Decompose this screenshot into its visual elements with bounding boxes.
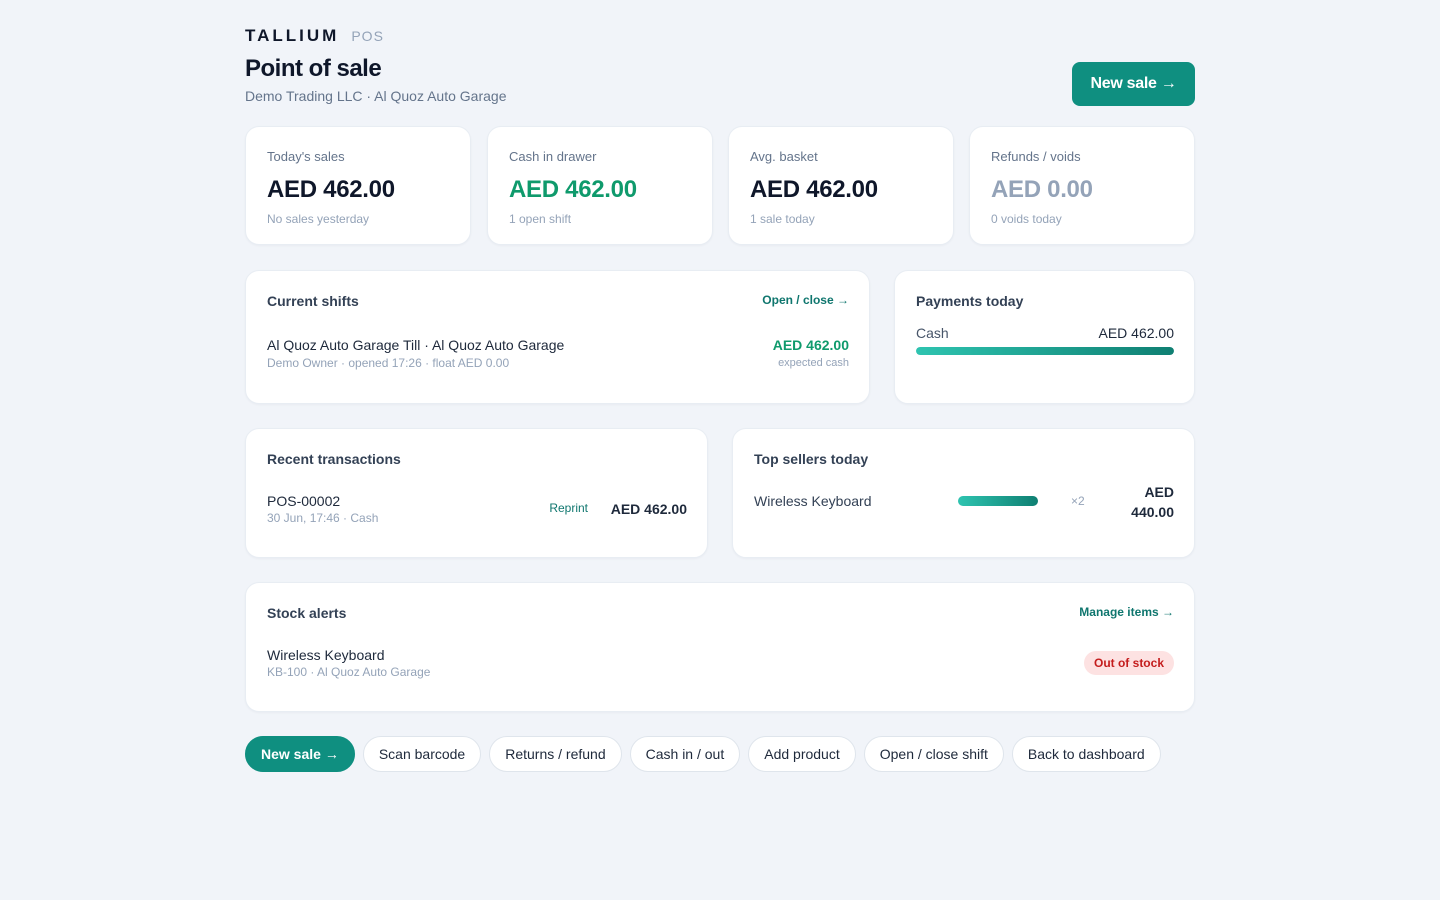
transaction-meta: 30 Jun, 17:46 · Cash (267, 511, 379, 525)
shift-meta: Demo Owner · opened 17:26 · float AED 0.… (267, 356, 510, 370)
stat-card-refunds-voids: Refunds / voids AED 0.00 0 voids today (969, 126, 1195, 245)
brand: TALLIUM POS (245, 26, 384, 46)
seller-share-fill (958, 496, 1038, 506)
seller-amount: AED 440.00 (1131, 484, 1174, 520)
current-shifts-card: Current shifts Open / close → Al Quoz Au… (245, 270, 870, 404)
payment-row: Cash AED 462.00 (916, 325, 1174, 341)
stat-value: AED 462.00 (509, 176, 637, 203)
back-to-dashboard-chip[interactable]: Back to dashboard (1011, 736, 1161, 772)
shift-expected-amount: AED 462.00 (772, 337, 849, 353)
top-sellers-card: Top sellers today Wireless Keyboard ×2 A… (732, 428, 1195, 558)
stat-card-cash-in-drawer: Cash in drawer AED 462.00 1 open shift (487, 126, 713, 245)
new-sale-button[interactable]: New sale → (1072, 62, 1195, 106)
manage-items-link[interactable]: Manage items → (1079, 605, 1174, 619)
card-title: Top sellers today (754, 451, 869, 467)
payments-today-card: Payments today Cash AED 462.00 (894, 270, 1195, 404)
shift-name: Al Quoz Auto Garage Till · Al Quoz Auto … (267, 337, 565, 353)
shift-amount-note: expected cash (778, 357, 849, 369)
stat-label: Avg. basket (750, 149, 818, 164)
stat-card-todays-sales: Today's sales AED 462.00 No sales yester… (245, 126, 471, 245)
seller-share-bar (958, 496, 1038, 506)
stat-note: 1 sale today (750, 212, 815, 226)
stat-value: AED 462.00 (750, 176, 878, 203)
status-badge: Out of stock (1083, 651, 1174, 675)
open-close-shift-link[interactable]: Open / close → (762, 293, 849, 307)
cash-in-out-chip[interactable]: Cash in / out (629, 736, 741, 772)
seller-qty: ×2 (1071, 494, 1085, 508)
payment-method: Cash (916, 325, 949, 341)
recent-transactions-card: Recent transactions POS-00002 30 Jun, 17… (245, 428, 708, 558)
card-title: Recent transactions (267, 451, 401, 467)
add-product-chip[interactable]: Add product (748, 736, 856, 772)
stat-note: No sales yesterday (267, 212, 370, 226)
stat-value: AED 0.00 (991, 176, 1093, 203)
brand-name: TALLIUM (245, 26, 340, 45)
stat-label: Cash in drawer (509, 149, 597, 164)
card-title: Current shifts (267, 293, 359, 309)
page-subtitle: Demo Trading LLC · Al Quoz Auto Garage (245, 88, 507, 104)
transaction-amount: AED 462.00 (610, 501, 687, 517)
stock-item-name: Wireless Keyboard (267, 647, 385, 663)
stat-label: Today's sales (267, 149, 345, 164)
quick-actions: New sale → Scan barcode Returns / refund… (245, 736, 1161, 772)
brand-tag: POS (351, 28, 384, 44)
card-title: Stock alerts (267, 605, 347, 621)
scan-barcode-chip[interactable]: Scan barcode (362, 736, 482, 772)
page-title: Point of sale (245, 55, 382, 82)
open-close-shift-chip[interactable]: Open / close shift (863, 736, 1004, 772)
stat-label: Refunds / voids (991, 149, 1081, 164)
payment-share-fill (916, 347, 1174, 355)
stat-note: 1 open shift (509, 212, 572, 226)
stat-note: 0 voids today (991, 212, 1062, 226)
stock-alerts-card: Stock alerts Manage items → Wireless Key… (245, 582, 1195, 712)
payment-amount: AED 462.00 (1098, 325, 1175, 341)
stat-value: AED 462.00 (267, 176, 395, 203)
returns-refund-chip[interactable]: Returns / refund (489, 736, 622, 772)
new-sale-chip[interactable]: New sale → (245, 736, 355, 772)
reprint-button[interactable]: Reprint (549, 501, 588, 515)
transaction-id: POS-00002 (267, 493, 341, 509)
stat-card-avg-basket: Avg. basket AED 462.00 1 sale today (728, 126, 954, 245)
seller-name: Wireless Keyboard (754, 493, 872, 509)
stock-item-meta: KB-100 · Al Quoz Auto Garage (267, 665, 431, 679)
payment-share-bar (916, 347, 1174, 355)
card-title: Payments today (916, 293, 1024, 309)
